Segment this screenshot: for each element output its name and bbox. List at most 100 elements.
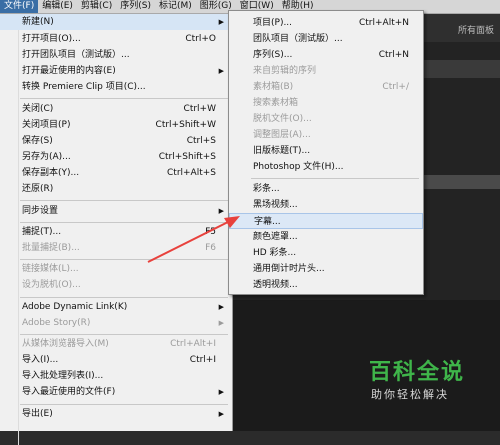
submenu-item-search-bin[interactable]: 搜索素材箱 bbox=[229, 95, 423, 111]
menu-item-dynamic-link[interactable]: Adobe Dynamic Link(K) ▶ bbox=[0, 299, 232, 315]
submenu-item-sequence[interactable]: 序列(S)... Ctrl+N bbox=[229, 47, 423, 63]
menu-item-shortcut: Ctrl+Alt+N bbox=[358, 18, 409, 28]
submenu-arrow-icon: ▶ bbox=[218, 18, 224, 26]
menu-item-label: 关闭项目(P) bbox=[22, 120, 71, 130]
menu-item-save-copy[interactable]: 保存副本(Y)... Ctrl+Alt+S bbox=[0, 165, 232, 181]
watermark-logo: 百科全说 bbox=[369, 360, 466, 385]
submenu-item-team-project[interactable]: 团队项目（测试版）... bbox=[229, 31, 423, 47]
submenu-item-bars-and-tone[interactable]: 彩条... bbox=[229, 181, 423, 197]
submenu-item-bin[interactable]: 素材箱(B) Ctrl+/ bbox=[229, 79, 423, 95]
menu-item-open-project[interactable]: 打开项目(O)... Ctrl+O bbox=[0, 31, 232, 47]
menu-item-label: 字幕... bbox=[254, 217, 281, 227]
menu-item-label: 保存(S) bbox=[22, 136, 53, 146]
menu-item-save[interactable]: 保存(S) Ctrl+S bbox=[0, 133, 232, 149]
menu-item-shortcut: Ctrl+Shift+S bbox=[158, 152, 216, 162]
menu-separator bbox=[20, 334, 228, 335]
red-arrow-icon bbox=[147, 216, 240, 263]
submenu-arrow-icon: ▶ bbox=[218, 319, 224, 327]
menu-item-label: 同步设置 bbox=[22, 206, 59, 216]
submenu-item-black-video[interactable]: 黑场视频... bbox=[229, 197, 423, 213]
menu-separator bbox=[20, 98, 228, 99]
menu-item-revert[interactable]: 还原(R) bbox=[0, 181, 232, 197]
menu-item-import[interactable]: 导入(I)... Ctrl+I bbox=[0, 352, 232, 368]
watermark-tagline: 助你轻松解决 bbox=[371, 388, 449, 401]
menu-item-shortcut: Ctrl+W bbox=[183, 104, 216, 114]
menu-item-open-recent[interactable]: 打开最近使用的内容(E) ▶ bbox=[0, 63, 232, 79]
submenu-item-legacy-title[interactable]: 旧版标题(T)... bbox=[229, 143, 423, 159]
menu-separator bbox=[20, 297, 228, 298]
menu-item-label: 项目(P)... bbox=[253, 18, 293, 28]
menu-item-label: 团队项目（测试版）... bbox=[253, 34, 343, 44]
menu-item-label: 通用倒计时片头... bbox=[253, 264, 325, 274]
menu-item-shortcut: Ctrl+Alt+I bbox=[170, 339, 216, 349]
menu-item-make-offline[interactable]: 设为脱机(O)... bbox=[0, 277, 232, 293]
submenu-arrow-icon: ▶ bbox=[218, 410, 224, 418]
workspace-label[interactable]: 所有面板 bbox=[458, 23, 494, 36]
menu-item-save-as[interactable]: 另存为(A)... Ctrl+Shift+S bbox=[0, 149, 232, 165]
menu-item-close[interactable]: 关闭(C) Ctrl+W bbox=[0, 101, 232, 117]
menu-item-label: 打开项目(O)... bbox=[22, 34, 81, 44]
submenu-item-hd-bars[interactable]: HD 彩条... bbox=[229, 245, 423, 261]
menu-item-label: 另存为(A)... bbox=[22, 152, 71, 162]
menu-item-label: Adobe Story(R) bbox=[22, 318, 91, 328]
menu-item-open-team-project[interactable]: 打开团队项目（测试版）... bbox=[0, 47, 232, 63]
menu-clip[interactable]: 剪辑(C) bbox=[77, 0, 116, 13]
menu-item-label: 转换 Premiere Clip 项目(C)... bbox=[22, 82, 146, 92]
menu-separator bbox=[20, 404, 228, 405]
menu-item-shortcut: Ctrl+Alt+S bbox=[167, 168, 216, 178]
menu-item-convert-clip[interactable]: 转换 Premiere Clip 项目(C)... bbox=[0, 79, 232, 95]
menu-item-label: 导入最近使用的文件(F) bbox=[22, 387, 116, 397]
submenu-item-captions[interactable]: 字幕... bbox=[229, 213, 423, 229]
submenu-item-photoshop-file[interactable]: Photoshop 文件(H)... bbox=[229, 159, 423, 175]
menu-item-label: 导入批处理列表(I)... bbox=[22, 371, 104, 381]
menu-item-label: 彩条... bbox=[253, 184, 280, 194]
menu-item-label: 链接媒体(L)... bbox=[22, 264, 79, 274]
menu-item-shortcut: Ctrl+Shift+W bbox=[155, 120, 216, 130]
menu-markers[interactable]: 标记(M) bbox=[155, 0, 196, 13]
menu-item-shortcut: Ctrl+N bbox=[378, 50, 409, 60]
submenu-item-project[interactable]: 项目(P)... Ctrl+Alt+N bbox=[229, 15, 423, 31]
menu-item-label: 颜色遮罩... bbox=[253, 232, 298, 242]
submenu-item-countdown-leader[interactable]: 通用倒计时片头... bbox=[229, 261, 423, 277]
menu-item-label: 从媒体浏览器导入(M) bbox=[22, 339, 109, 349]
menu-item-import-recent-file[interactable]: 导入最近使用的文件(F) ▶ bbox=[0, 384, 232, 400]
submenu-arrow-icon: ▶ bbox=[218, 67, 224, 75]
menu-item-label: 来自剪辑的序列 bbox=[253, 66, 317, 76]
menu-item-label: 关闭(C) bbox=[22, 104, 54, 114]
menu-item-label: 脱机文件(O)... bbox=[253, 114, 312, 124]
menu-item-import-from-browser[interactable]: 从媒体浏览器导入(M) Ctrl+Alt+I bbox=[0, 336, 232, 352]
menu-sequence[interactable]: 序列(S) bbox=[116, 0, 155, 13]
menu-edit[interactable]: 编辑(E) bbox=[38, 0, 77, 13]
submenu-item-adjustment-layer[interactable]: 调整图层(A)... bbox=[229, 127, 423, 143]
submenu-item-sequence-from-clip[interactable]: 来自剪辑的序列 bbox=[229, 63, 423, 79]
new-submenu: 项目(P)... Ctrl+Alt+N 团队项目（测试版）... 序列(S)..… bbox=[228, 10, 424, 295]
menu-file[interactable]: 文件(F) bbox=[0, 0, 39, 13]
menu-separator bbox=[20, 200, 228, 201]
menu-item-close-project[interactable]: 关闭项目(P) Ctrl+Shift+W bbox=[0, 117, 232, 133]
menu-item-label: 调整图层(A)... bbox=[253, 130, 311, 140]
submenu-item-offline-file[interactable]: 脱机文件(O)... bbox=[229, 111, 423, 127]
menu-item-import-batch-list[interactable]: 导入批处理列表(I)... bbox=[0, 368, 232, 384]
menu-item-label: 保存副本(Y)... bbox=[22, 168, 80, 178]
menu-item-label: 序列(S)... bbox=[253, 50, 293, 60]
menu-item-label: 旧版标题(T)... bbox=[253, 146, 311, 156]
menu-item-label: HD 彩条... bbox=[253, 248, 297, 258]
submenu-arrow-icon: ▶ bbox=[218, 303, 224, 311]
menu-separator bbox=[251, 178, 419, 179]
menu-item-label: Adobe Dynamic Link(K) bbox=[22, 302, 128, 312]
menu-item-new[interactable]: 新建(N) ▶ bbox=[0, 14, 232, 30]
menu-item-label: 设为脱机(O)... bbox=[22, 280, 81, 290]
menu-item-label: 还原(R) bbox=[22, 184, 54, 194]
menu-item-shortcut: Ctrl+I bbox=[189, 355, 216, 365]
menu-item-label: 黑场视频... bbox=[253, 200, 298, 210]
submenu-item-color-matte[interactable]: 颜色遮罩... bbox=[229, 229, 423, 245]
menu-item-label: 打开团队项目（测试版）... bbox=[22, 50, 130, 60]
menu-item-shortcut: Ctrl+O bbox=[185, 34, 216, 44]
menu-item-label: 导出(E) bbox=[22, 409, 53, 419]
menu-item-label: 导入(I)... bbox=[22, 355, 59, 365]
submenu-item-transparent-video[interactable]: 透明视频... bbox=[229, 277, 423, 293]
menu-item-export[interactable]: 导出(E) ▶ bbox=[0, 406, 232, 422]
menu-item-label: 新建(N) bbox=[22, 17, 54, 27]
menu-item-label: 透明视频... bbox=[253, 280, 298, 290]
menu-item-adobe-story[interactable]: Adobe Story(R) ▶ bbox=[0, 315, 232, 331]
